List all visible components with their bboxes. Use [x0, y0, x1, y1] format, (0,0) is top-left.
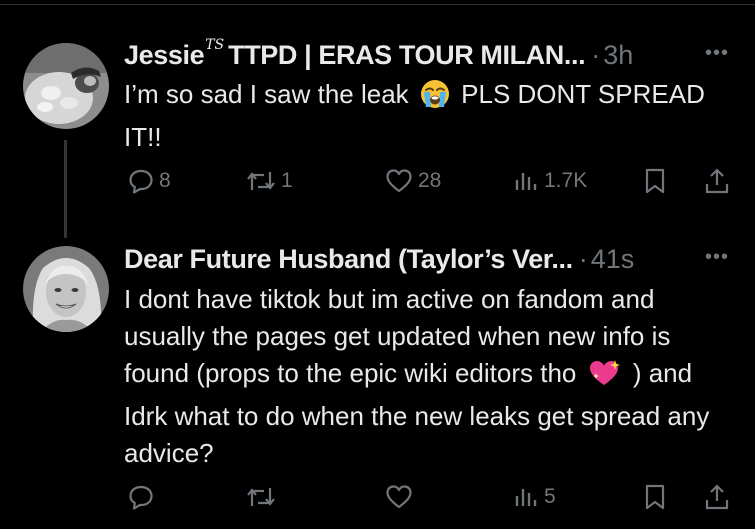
like-count: 28	[418, 169, 442, 192]
reply-count: 8	[159, 169, 171, 192]
separator-dot: ·	[591, 40, 601, 70]
post-timestamp[interactable]: 3h	[603, 37, 633, 73]
top-divider	[0, 4, 755, 5]
reply-button[interactable]	[128, 479, 154, 515]
share-button[interactable]	[704, 479, 730, 515]
author-name[interactable]: Dear Future Husband (Taylor’s Ver...	[124, 241, 573, 277]
reply-icon	[128, 484, 154, 510]
post-text: I dont have tiktok but im active on fand…	[124, 281, 734, 472]
bookmark-button[interactable]	[643, 479, 667, 515]
reply-button[interactable]: 8	[128, 163, 171, 199]
repost-icon	[246, 168, 276, 194]
share-button[interactable]	[704, 163, 730, 199]
sparkling-heart-icon	[588, 358, 622, 398]
repost-icon	[246, 484, 276, 510]
share-icon	[704, 167, 730, 195]
post-text: I’m so sad I saw the leak PLS DONT SPREA…	[124, 76, 734, 156]
author-name[interactable]: Jessie	[124, 37, 205, 73]
repost-count: 1	[281, 169, 293, 192]
avatar[interactable]	[23, 43, 109, 129]
views-button[interactable]: 1.7K	[513, 163, 587, 199]
like-button[interactable]: 28	[385, 163, 441, 199]
post-text-part: I’m so sad I saw the leak	[124, 79, 409, 109]
more-options-button[interactable]: •••	[705, 246, 729, 269]
view-count: 5	[544, 485, 556, 508]
bookmark-icon	[643, 483, 667, 511]
analytics-icon	[513, 168, 539, 194]
view-count: 1.7K	[544, 169, 588, 192]
bookmark-button[interactable]	[643, 163, 667, 199]
share-icon	[704, 483, 730, 511]
post-actions: 5	[0, 479, 755, 515]
avatar[interactable]	[23, 246, 109, 332]
more-options-button[interactable]: •••	[705, 42, 729, 65]
separator-dot: ·	[578, 244, 588, 274]
heart-icon	[385, 484, 413, 510]
repost-button[interactable]	[246, 479, 276, 515]
bookmark-icon	[643, 167, 667, 195]
repost-button[interactable]: 1	[246, 163, 293, 199]
loudly-crying-face-icon	[420, 79, 450, 119]
post-timestamp[interactable]: 41s	[591, 241, 635, 277]
post-actions: 8 1 28 1.7K	[0, 163, 755, 199]
author-badge: TS	[205, 37, 225, 53]
heart-icon	[385, 168, 413, 194]
reply-icon	[128, 168, 154, 194]
author-name-suffix[interactable]: TTPD | ERAS TOUR MILAN...	[228, 37, 585, 73]
post-header: Dear Future Husband (Taylor’s Ver... · 4…	[124, 241, 634, 277]
analytics-icon	[513, 484, 539, 510]
views-button[interactable]: 5	[513, 479, 556, 515]
like-button[interactable]	[385, 479, 413, 515]
post-header: Jessie TS TTPD | ERAS TOUR MILAN... · 3h	[124, 37, 633, 73]
